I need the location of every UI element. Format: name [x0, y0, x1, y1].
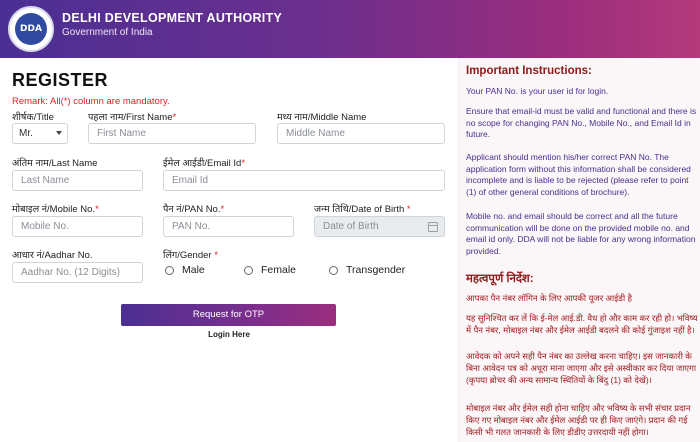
mandatory-remark: Remark: All(*) column are mandatory. — [12, 96, 170, 107]
logo-text: DDA — [20, 24, 42, 34]
hindi-instructions-title: महत्वपूर्ण निर्देश: — [466, 273, 534, 285]
instruction-item: Applicant should mention his/her correct… — [466, 152, 691, 197]
login-here-link: Login Here — [208, 330, 250, 339]
instruction-item: Mobile no. and email should be correct a… — [466, 211, 696, 256]
pan-label: पैन नं/PAN No.* — [163, 204, 225, 215]
email-label: ईमेल आईडी/Email Id* — [163, 158, 246, 169]
instruction-item: Ensure that email-id must be valid and f… — [466, 106, 697, 139]
radio-button[interactable] — [329, 265, 338, 275]
last-name-label: अंतिम नाम/Last Name — [12, 158, 98, 169]
middle-name-label: मध्य नाम/Middle Name — [277, 112, 367, 123]
radio-button[interactable] — [165, 265, 174, 275]
title-label: शीर्षक/Title — [12, 112, 54, 123]
org-title: DELHI DEVELOPMENT AUTHORITY — [62, 11, 283, 25]
radio-button[interactable] — [244, 265, 253, 275]
email-input[interactable] — [163, 170, 445, 191]
calendar-icon[interactable] — [428, 222, 438, 232]
hindi-instruction-item: यह सुनिश्चित कर लें कि ई-मेल आई.डी. वैध … — [466, 313, 698, 335]
mobile-input[interactable] — [12, 216, 143, 237]
gender-radio-female[interactable]: Female — [244, 264, 296, 276]
pan-input[interactable] — [163, 216, 294, 237]
form-title: REGISTER — [12, 70, 109, 90]
gender-label: लिंग/Gender * — [163, 250, 218, 261]
dob-label: जन्म तिथि/Date of Birth * — [314, 204, 411, 215]
gender-radio-male[interactable]: Male — [165, 264, 205, 276]
dob-input[interactable]: Date of Birth — [314, 216, 445, 237]
instructions-title: Important Instructions: — [466, 65, 592, 77]
org-subtitle: Government of India — [62, 27, 153, 38]
aadhar-label: आधार नं/Aadhar No. — [12, 250, 93, 261]
title-select[interactable]: Mr. — [12, 123, 68, 144]
middle-name-input[interactable] — [277, 123, 445, 144]
page-header: DDA DELHI DEVELOPMENT AUTHORITY Governme… — [0, 0, 700, 58]
instruction-item: Your PAN No. is your user id for login. — [466, 86, 609, 96]
hindi-instruction-item: आवेदक को अपने सही पैन नंबर का उल्लेख करन… — [466, 351, 697, 385]
last-name-input[interactable] — [12, 170, 143, 191]
gender-radio-transgender[interactable]: Transgender — [329, 264, 405, 276]
dda-logo: DDA — [8, 6, 54, 52]
first-name-label: पहला नाम/First Name* — [88, 112, 177, 123]
mobile-label: मोबाइल नं/Mobile No.* — [12, 204, 99, 215]
instructions-panel: Important Instructions: Your PAN No. is … — [458, 58, 700, 442]
hindi-instruction-item: मोबाइल नंबर और ईमेल सही होना चाहिए और भव… — [466, 403, 691, 437]
register-form: REGISTER Remark: All(*) column are manda… — [0, 58, 458, 442]
request-otp-button[interactable]: Request for OTP — [121, 304, 336, 326]
chevron-down-icon — [56, 131, 62, 135]
hindi-instruction-item: आपका पैन नंबर लॉगिन के लिए आपकी यूजर आईड… — [466, 293, 633, 303]
aadhar-input[interactable] — [12, 262, 143, 283]
first-name-input[interactable] — [88, 123, 256, 144]
